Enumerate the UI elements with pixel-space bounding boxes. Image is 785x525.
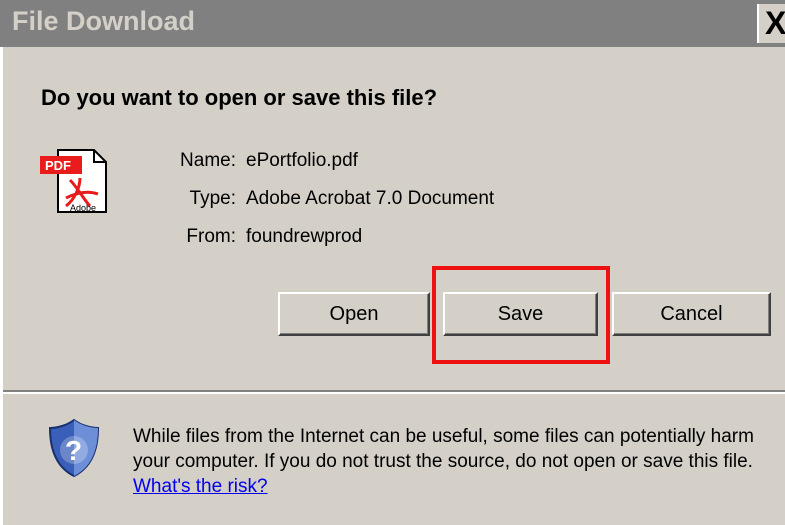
window-title: File Download: [12, 6, 196, 36]
security-shield-icon: ?: [46, 418, 102, 478]
whats-the-risk-link[interactable]: What's the risk?: [133, 476, 268, 497]
close-button[interactable]: X: [757, 4, 785, 43]
file-name-row: Name: ePortfolio.pdf: [0, 150, 785, 176]
open-button[interactable]: Open: [278, 292, 430, 336]
window-border: [0, 47, 3, 525]
dialog-prompt: Do you want to open or save this file?: [41, 85, 438, 110]
from-value: foundrewprod: [246, 226, 363, 247]
title-bar[interactable]: File Download X: [0, 0, 785, 47]
save-highlight-annotation: [432, 266, 610, 364]
type-label: Type:: [189, 188, 236, 209]
type-value: Adobe Acrobat 7.0 Document: [246, 188, 495, 209]
file-from-row: From: foundrewprod: [0, 226, 785, 252]
name-label: Name:: [180, 150, 236, 171]
svg-text:?: ?: [65, 435, 82, 466]
file-type-row: Type: Adobe Acrobat 7.0 Document: [0, 188, 785, 214]
from-label: From:: [186, 226, 236, 247]
name-value: ePortfolio.pdf: [246, 150, 358, 171]
separator-highlight: [3, 392, 785, 394]
file-download-dialog: File Download X Do you want to open or s…: [0, 0, 785, 525]
close-icon: X: [765, 5, 785, 41]
cancel-button[interactable]: Cancel: [612, 292, 771, 336]
security-warning: While files from the Internet can be use…: [133, 424, 773, 499]
warning-text: While files from the Internet can be use…: [133, 426, 754, 472]
